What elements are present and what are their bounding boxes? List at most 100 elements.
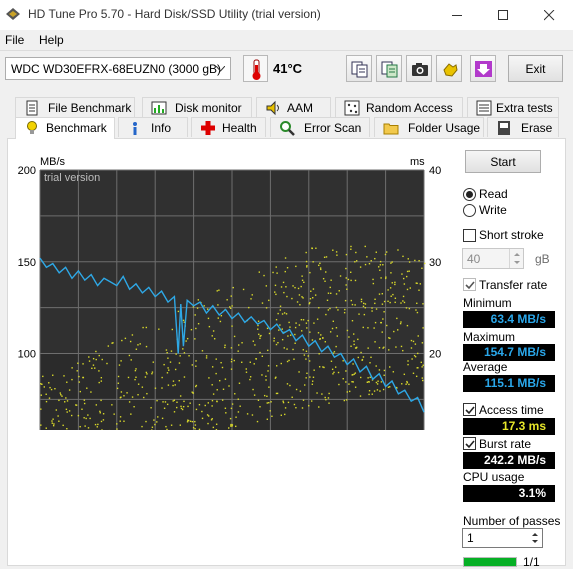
access-time-point: [208, 377, 210, 379]
access-time-point: [185, 340, 187, 342]
access-time-point: [76, 370, 78, 372]
access-time-point: [345, 253, 348, 256]
access-time-point: [313, 369, 315, 371]
tab-erase[interactable]: Erase: [487, 117, 559, 137]
up-down-arrows-icon[interactable]: [529, 529, 541, 547]
access-time-point: [120, 391, 123, 393]
tab-benchmark[interactable]: Benchmark: [15, 117, 115, 139]
access-time-point: [158, 328, 160, 330]
access-time-point: [372, 282, 375, 285]
access-time-point: [201, 417, 204, 420]
access-time-point: [71, 367, 73, 369]
test-progress-bar: [463, 557, 517, 567]
access-time-point: [252, 388, 254, 391]
write-radio[interactable]: [463, 204, 476, 217]
access-time-point: [166, 403, 169, 406]
access-time-point: [301, 275, 303, 277]
access-time-point: [231, 325, 233, 327]
access-time-point: [58, 399, 60, 402]
checkmark-icon: [465, 281, 475, 290]
access-time-point: [386, 324, 388, 327]
short-stroke-size-stepper[interactable]: 40: [462, 248, 524, 269]
access-time-point: [229, 307, 232, 309]
access-time-point: [407, 360, 409, 362]
access-time-point: [376, 383, 379, 385]
short-stroke-unit: gB: [535, 252, 550, 266]
access-time-point: [124, 337, 127, 340]
access-time-point: [212, 393, 215, 395]
access-time-point: [350, 299, 353, 302]
access-time-point: [309, 376, 311, 378]
access-time-point: [183, 400, 185, 403]
stepper-arrows[interactable]: [509, 249, 523, 268]
access-time-point: [377, 380, 379, 382]
access-time-point: [161, 417, 164, 420]
access-time-point: [111, 342, 113, 344]
access-time-point: [131, 334, 134, 336]
access-time-point: [165, 425, 167, 428]
access-time-point: [295, 407, 297, 409]
access-time-point: [237, 398, 239, 400]
access-time-point: [201, 350, 204, 352]
access-time-point: [342, 360, 344, 362]
access-time-point: [281, 338, 284, 341]
access-time-point: [400, 345, 403, 348]
passes-stepper[interactable]: 1: [462, 528, 543, 548]
access-time-point: [379, 269, 381, 271]
access-time-point: [190, 328, 193, 331]
access-time-point: [421, 377, 424, 379]
access-time-point: [111, 404, 113, 406]
maximize-button[interactable]: [481, 0, 527, 30]
access-time-point: [306, 372, 308, 375]
access-time-point: [52, 418, 54, 420]
close-button[interactable]: [527, 0, 573, 30]
access-time-point: [383, 300, 386, 303]
save-button[interactable]: [470, 55, 496, 82]
access-time-point: [408, 383, 410, 386]
benchmark-icon: [27, 121, 37, 134]
access-time-point: [145, 371, 148, 374]
access-time-point: [87, 427, 90, 429]
access-time-point: [417, 335, 419, 337]
access-time-point: [286, 348, 288, 350]
access-time-point: [218, 289, 220, 291]
access-time-point: [305, 350, 308, 352]
access-time-checkbox[interactable]: [463, 403, 476, 416]
access-time-point: [375, 365, 377, 367]
access-time-point: [298, 371, 300, 373]
access-time-point: [100, 377, 103, 379]
access-time-point: [363, 313, 366, 316]
access-time-point: [309, 331, 311, 333]
chart-svg: trial version200150100504030201003006009…: [18, 165, 441, 430]
access-time-point: [186, 421, 189, 423]
access-time-point: [394, 301, 396, 304]
burst-rate-checkbox[interactable]: [463, 437, 476, 450]
access-time-point: [172, 384, 174, 387]
checkmark-icon: [465, 440, 475, 449]
access-time-point: [288, 359, 290, 362]
short-stroke-checkbox[interactable]: [463, 229, 476, 242]
access-time-point: [82, 363, 84, 365]
access-time-point: [197, 299, 200, 301]
access-time-point: [323, 256, 326, 258]
access-time-point: [366, 256, 368, 258]
tab-extra-tests[interactable]: Extra tests: [467, 97, 559, 117]
access-time-point: [238, 382, 241, 384]
access-time-point: [376, 389, 379, 391]
access-time-point: [323, 366, 325, 369]
access-time-point: [119, 416, 122, 418]
access-time-point: [134, 378, 136, 381]
read-radio[interactable]: [463, 188, 476, 201]
access-time-point: [188, 355, 190, 357]
start-button[interactable]: Start: [465, 150, 541, 173]
access-time-point: [280, 414, 283, 416]
access-time-point: [83, 402, 86, 405]
access-time-point: [123, 395, 125, 397]
access-time-point: [212, 330, 215, 332]
access-time-point: [65, 408, 68, 411]
transfer-rate-checkbox[interactable]: [463, 278, 476, 291]
access-time-point: [222, 388, 225, 390]
access-time-point: [355, 260, 358, 262]
exit-button[interactable]: Exit: [508, 55, 563, 82]
access-time-point: [178, 379, 180, 382]
